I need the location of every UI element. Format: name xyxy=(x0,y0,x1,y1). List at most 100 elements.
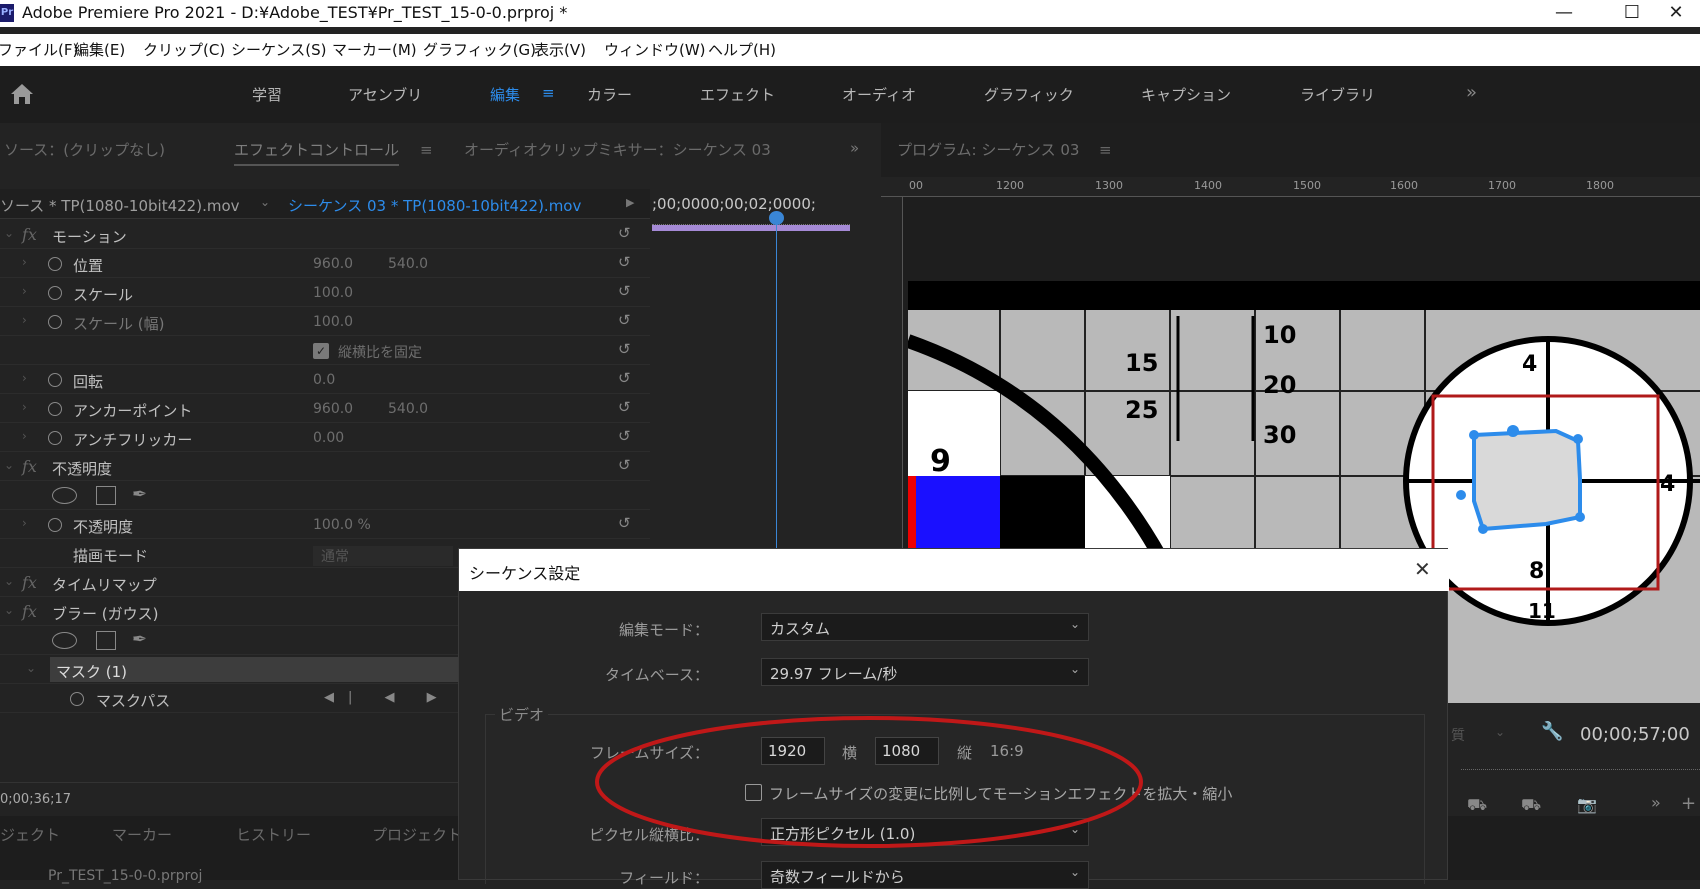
reset-icon[interactable]: ↺ xyxy=(618,427,631,445)
workspace-tab-editing[interactable]: 編集 xyxy=(490,84,520,105)
lift-icon[interactable]: ⛟ xyxy=(1467,795,1487,816)
chevron-icon[interactable]: ⌄ xyxy=(26,661,36,675)
ellipse-mask-icon[interactable] xyxy=(52,632,77,649)
reset-icon[interactable]: ↺ xyxy=(618,369,631,387)
tab-project-partial[interactable]: ジェクト xyxy=(0,824,60,845)
blend-mode-select[interactable]: 通常 xyxy=(313,546,453,566)
workspace-tab-audio[interactable]: オーディオ xyxy=(842,84,916,105)
timebase-select[interactable]: 29.97 フレーム/秒 ⌄ xyxy=(761,658,1089,686)
property-value[interactable]: 100.0 xyxy=(313,285,353,301)
project-file-item[interactable]: Pr_TEST_15-0-0.prproj xyxy=(48,868,202,884)
playback-resolution-select[interactable]: 質 xyxy=(1451,725,1465,745)
stopwatch-icon[interactable] xyxy=(48,431,62,445)
stopwatch-icon[interactable] xyxy=(48,402,62,416)
stopwatch-icon[interactable] xyxy=(48,286,62,300)
fx-icon[interactable]: fx xyxy=(22,602,37,621)
uniform-scale-checkbox[interactable]: ✓ xyxy=(313,343,329,359)
effect-property-row[interactable]: › 不透明度 100.0 % ↺ xyxy=(0,510,650,539)
reset-icon[interactable]: ↺ xyxy=(618,253,631,271)
stopwatch-icon[interactable] xyxy=(48,257,62,271)
chevron-right-icon[interactable]: › xyxy=(22,400,27,414)
effect-property-row[interactable]: › アンチフリッカー 0.00 ↺ xyxy=(0,423,650,452)
property-value[interactable]: 960.0 xyxy=(313,256,353,272)
effect-property-row[interactable]: › スケール 100.0 ↺ xyxy=(0,278,650,307)
work-area-bar[interactable] xyxy=(652,225,850,231)
property-value[interactable]: 100.0 xyxy=(313,314,353,330)
menu-sequence[interactable]: シーケンス(S) xyxy=(231,39,326,60)
uniform-scale-row[interactable]: ✓ 縦横比を固定 ↺ xyxy=(0,336,650,365)
menu-view[interactable]: 表示(V) xyxy=(534,39,586,60)
workspace-tab-libraries[interactable]: ライブラリ xyxy=(1300,84,1375,105)
tab-effect-controls[interactable]: エフェクトコントロール xyxy=(234,139,400,166)
chevron-right-icon[interactable]: › xyxy=(22,429,27,443)
tab-history[interactable]: ヒストリー xyxy=(236,824,311,845)
chevron-right-icon[interactable]: › xyxy=(22,255,27,269)
fx-icon[interactable]: fx xyxy=(22,457,37,476)
menu-marker[interactable]: マーカー(M) xyxy=(332,39,417,60)
effect-section[interactable]: ⌄ fx 不透明度 ↺ xyxy=(0,452,650,481)
menu-file[interactable]: ファイル(F) xyxy=(0,39,78,60)
reset-icon[interactable]: ↺ xyxy=(618,311,631,329)
program-timeline-ruler[interactable] xyxy=(1461,758,1700,770)
program-monitor-title[interactable]: プログラム: シーケンス 03 xyxy=(897,139,1079,160)
camera-icon[interactable]: 📷 xyxy=(1577,795,1597,814)
home-icon[interactable] xyxy=(8,82,36,106)
pen-tool-icon[interactable]: ✒ xyxy=(132,484,147,505)
more-controls-icon[interactable]: » xyxy=(1651,793,1661,812)
tab-project[interactable]: プロジェクト xyxy=(372,824,462,845)
fx-icon[interactable]: fx xyxy=(22,225,37,244)
workspace-tab-assembly[interactable]: アセンブリ xyxy=(348,84,422,105)
effect-property-row[interactable]: › 位置 960.0 540.0 ↺ xyxy=(0,249,650,278)
property-value[interactable]: 540.0 xyxy=(388,256,428,272)
property-value[interactable]: 960.0 xyxy=(313,401,353,417)
chevron-right-icon[interactable]: › xyxy=(22,371,27,385)
workspace-menu-icon[interactable]: ≡ xyxy=(542,84,555,102)
effect-section[interactable]: ⌄ fx モーション ↺ xyxy=(0,220,650,249)
menu-graphics[interactable]: グラフィック(G) xyxy=(423,39,536,60)
chevron-down-icon[interactable]: ⌄ xyxy=(260,195,270,209)
workspace-tab-captions[interactable]: キャプション xyxy=(1141,84,1231,105)
panel-overflow-icon[interactable]: » xyxy=(850,139,859,157)
panel-menu-icon[interactable]: ≡ xyxy=(1099,141,1112,159)
workspace-tab-learn[interactable]: 学習 xyxy=(252,84,282,105)
mask-tools-row[interactable]: ✒ xyxy=(0,481,650,510)
stopwatch-icon[interactable] xyxy=(48,518,62,532)
rectangle-mask-icon[interactable] xyxy=(96,486,116,505)
reset-icon[interactable]: ↺ xyxy=(618,224,631,242)
pen-tool-icon[interactable]: ✒ xyxy=(132,629,147,650)
field-order-select[interactable]: 奇数フィールドから ⌄ xyxy=(761,861,1089,889)
chevron-down-icon[interactable]: ⌄ xyxy=(1495,725,1505,739)
panel-menu-icon[interactable]: ≡ xyxy=(420,141,433,159)
reset-icon[interactable]: ↺ xyxy=(618,340,631,358)
playhead-handle[interactable] xyxy=(769,211,784,225)
chevron-icon[interactable]: ⌄ xyxy=(4,574,14,588)
program-timecode[interactable]: 00;00;57;00 xyxy=(1580,724,1690,745)
add-button-icon[interactable]: + xyxy=(1681,793,1696,814)
reset-icon[interactable]: ↺ xyxy=(618,514,631,532)
property-value[interactable]: 0.0 xyxy=(313,372,335,388)
tab-markers[interactable]: マーカー xyxy=(112,824,172,845)
sequence-clip-label[interactable]: シーケンス 03 * TP(1080-10bit422).mov xyxy=(288,195,581,216)
chevron-icon[interactable]: ⌄ xyxy=(4,603,14,617)
chevron-right-icon[interactable]: › xyxy=(22,516,27,530)
effect-property-row[interactable]: › 回転 0.0 ↺ xyxy=(0,365,650,394)
more-workspaces-icon[interactable]: » xyxy=(1466,82,1477,103)
effect-property-row[interactable]: › アンカーポイント 960.0 540.0 ↺ xyxy=(0,394,650,423)
play-triangle-icon[interactable]: ▶ xyxy=(626,196,634,209)
property-value[interactable]: 0.00 xyxy=(313,430,344,446)
workspace-tab-graphics[interactable]: グラフィック xyxy=(984,84,1074,105)
stopwatch-icon[interactable] xyxy=(70,692,84,706)
edit-mode-select[interactable]: カスタム ⌄ xyxy=(761,613,1089,641)
extract-icon[interactable]: ⛟ xyxy=(1521,795,1541,816)
reset-icon[interactable]: ↺ xyxy=(618,282,631,300)
dialog-close-icon[interactable]: ✕ xyxy=(1414,557,1431,581)
effect-property-row[interactable]: › スケール (幅) 100.0 ↺ xyxy=(0,307,650,336)
tab-audio-clip-mixer[interactable]: オーディオクリップミキサー：シーケンス 03 xyxy=(464,139,771,160)
minimize-button[interactable]: — xyxy=(1530,0,1598,27)
chevron-icon[interactable]: ⌄ xyxy=(4,226,14,240)
menu-help[interactable]: ヘルプ(H) xyxy=(708,39,776,60)
close-button[interactable]: ✕ xyxy=(1652,0,1700,27)
reset-icon[interactable]: ↺ xyxy=(618,456,631,474)
fx-icon[interactable]: fx xyxy=(22,573,37,592)
tab-source[interactable]: ソース：(クリップなし) xyxy=(4,139,165,160)
